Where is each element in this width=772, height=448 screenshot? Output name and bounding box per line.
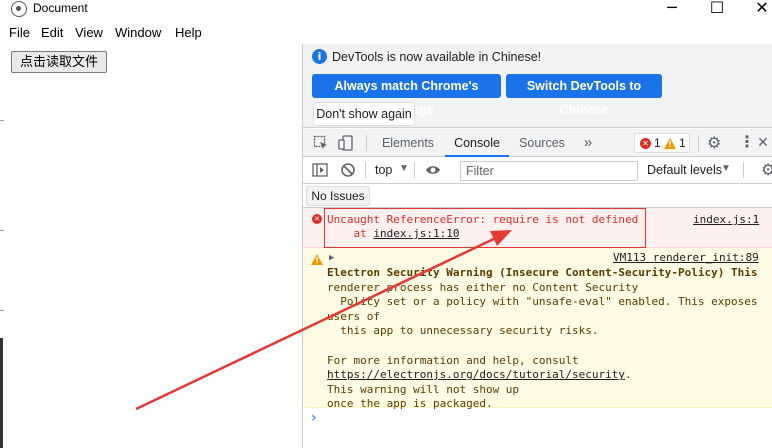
tab-elements[interactable]: Elements: [375, 129, 441, 157]
error-icon: ✕: [312, 214, 322, 224]
close-window-button[interactable]: ✕: [740, 0, 772, 19]
issues-counter[interactable]: ✕ 1 ! 1: [634, 133, 690, 153]
error-highlight-box: [324, 208, 646, 248]
console-settings-icon[interactable]: ⚙: [761, 160, 772, 179]
window-title-bar: Document ─ ☐ ✕: [0, 0, 772, 22]
left-window-edge: [0, 44, 4, 448]
dont-show-again-button[interactable]: Don't show again: [313, 102, 415, 126]
toolbar-separator: [366, 135, 367, 151]
warning-link-period: .: [625, 368, 632, 382]
clear-console-icon[interactable]: [340, 162, 356, 178]
warning-line-5: this app to unnecessary security risks.: [327, 324, 599, 338]
error-icon: ✕: [640, 138, 651, 149]
tab-sources[interactable]: Sources: [513, 129, 571, 157]
warning-line-4: users of: [327, 309, 380, 323]
warning-icon: !: [664, 138, 676, 149]
read-file-button[interactable]: 点击读取文件: [11, 51, 107, 73]
warning-tail-2: once the app is packaged.: [327, 397, 493, 411]
electron-app-icon: [11, 1, 27, 17]
menu-view[interactable]: View: [75, 25, 103, 40]
live-expression-eye-icon[interactable]: [425, 162, 441, 178]
issues-bar: No Issues: [303, 184, 772, 208]
error-source-link[interactable]: index.js:1: [693, 213, 759, 228]
inspect-element-icon[interactable]: [313, 135, 329, 151]
edge-mark: [0, 230, 4, 231]
toolbar-separator: [365, 162, 366, 178]
context-selector[interactable]: top: [375, 163, 392, 177]
device-toolbar-icon[interactable]: [338, 135, 354, 151]
language-infobar: i DevTools is now available in Chinese! …: [303, 44, 772, 128]
info-icon: i: [312, 49, 327, 64]
levels-dropdown-icon[interactable]: ▼: [721, 163, 731, 174]
close-devtools-button[interactable]: ✕: [751, 132, 772, 154]
console-error-message: ✕ Uncaught ReferenceError: require is no…: [303, 208, 772, 248]
match-language-button[interactable]: Always match Chrome's language: [312, 74, 501, 117]
warning-icon: !: [311, 254, 323, 265]
sidebar-toggle-icon[interactable]: [312, 162, 328, 178]
infobar-message: DevTools is now available in Chinese!: [332, 50, 542, 64]
expand-triangle-icon[interactable]: ▶: [329, 251, 334, 266]
warning-source-link[interactable]: VM113 renderer_init:89: [613, 251, 759, 266]
tab-console[interactable]: Console: [445, 129, 509, 157]
warning-tail-1: This warning will not show up: [327, 382, 520, 396]
warning-count: 1: [679, 136, 686, 150]
settings-gear-icon[interactable]: ⚙: [707, 133, 721, 152]
context-dropdown-icon[interactable]: ▼: [399, 163, 409, 174]
menu-edit[interactable]: Edit: [41, 25, 63, 40]
console-toolbar: top ▼ Filter Default levels ▼ ⚙: [303, 157, 772, 184]
edge-mark: [0, 310, 4, 311]
switch-chinese-button[interactable]: Switch DevTools to Chinese: [506, 74, 662, 117]
warning-line-3: Policy set or a policy with "unsafe-eval…: [327, 295, 758, 309]
console-output: ✕ Uncaught ReferenceError: require is no…: [303, 208, 772, 448]
console-warning-message: ! ▶ VM113 renderer_init:89 Electron Secu…: [303, 248, 772, 410]
error-count: 1: [654, 136, 661, 150]
window-title: Document: [33, 1, 88, 15]
minimize-button[interactable]: ─: [650, 0, 694, 19]
warning-link-line: https://electronjs.org/docs/tutorial/sec…: [327, 368, 632, 383]
menu-file[interactable]: File: [9, 25, 30, 40]
toolbar-separator: [743, 162, 744, 178]
warning-line-2: renderer process has either no Content S…: [327, 280, 639, 294]
no-issues-button[interactable]: No Issues: [306, 186, 370, 206]
console-prompt[interactable]: ›: [311, 410, 317, 426]
filter-input[interactable]: Filter: [460, 161, 638, 181]
menu-help[interactable]: Help: [175, 25, 202, 40]
devtools-panel: i DevTools is now available in Chinese! …: [302, 44, 772, 448]
toolbar-separator: [698, 135, 699, 151]
log-levels-dropdown[interactable]: Default levels: [647, 163, 722, 177]
devtools-tab-bar: Elements Console Sources » ✕ 1 ! 1 ⚙ ⋮ ✕: [303, 129, 772, 157]
warning-line-7: For more information and help, consult: [327, 353, 579, 367]
edge-mark: [0, 120, 4, 121]
warning-line-1: Electron Security Warning (Insecure Cont…: [327, 266, 758, 279]
maximize-button[interactable]: ☐: [695, 0, 739, 19]
security-docs-link[interactable]: https://electronjs.org/docs/tutorial/sec…: [327, 368, 625, 381]
menu-window[interactable]: Window: [115, 25, 161, 40]
toolbar-separator: [414, 162, 415, 178]
more-tabs-button[interactable]: »: [579, 129, 597, 157]
edge-shadow: [0, 338, 3, 448]
